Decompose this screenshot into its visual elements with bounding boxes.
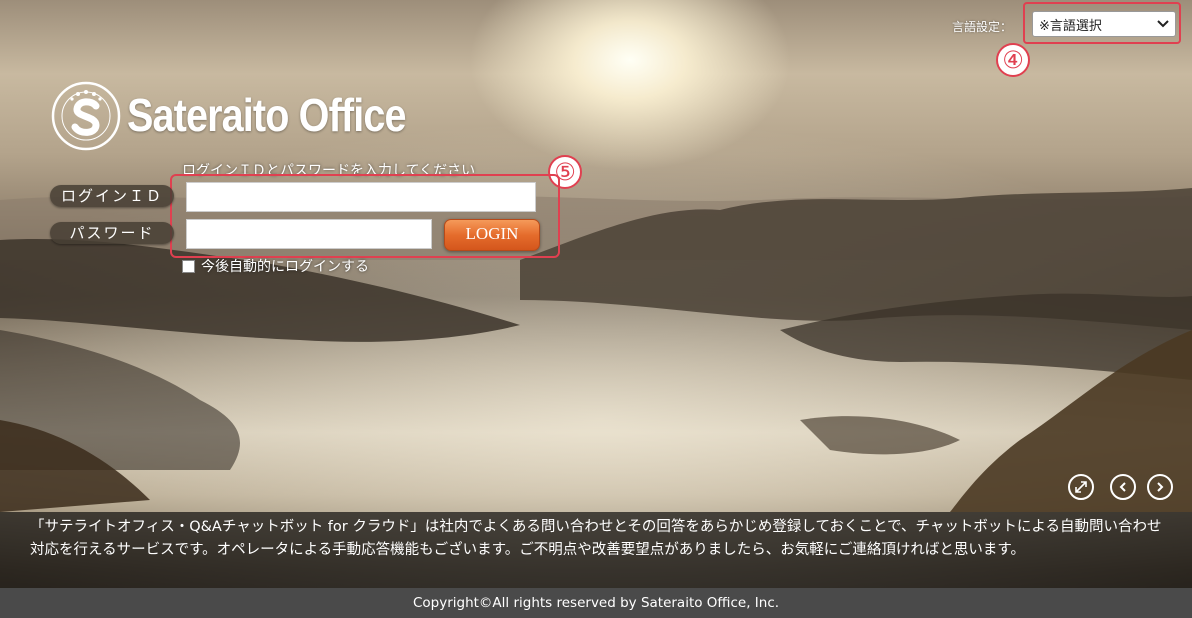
password-label: パスワード xyxy=(50,222,174,244)
password-input[interactable] xyxy=(186,219,432,249)
annotation-marker-4: ④ xyxy=(996,43,1030,77)
remember-login[interactable]: 今後自動的にログインする xyxy=(182,256,369,276)
login-id-input[interactable] xyxy=(186,182,536,212)
fullscreen-button[interactable] xyxy=(1068,474,1094,500)
remember-login-label: 今後自動的にログインする xyxy=(201,259,369,275)
login-id-label: ログインＩＤ xyxy=(50,185,174,207)
login-button[interactable]: LOGIN xyxy=(444,219,540,251)
previous-slide-button[interactable] xyxy=(1110,474,1136,500)
copyright-footer: Copyright©All rights reserved by Saterai… xyxy=(0,588,1192,618)
brand-name: Sateraito Office xyxy=(127,89,407,141)
remember-login-checkbox[interactable] xyxy=(182,259,195,273)
expand-icon xyxy=(1075,481,1087,493)
language-label: 言語設定： xyxy=(952,20,1013,34)
language-highlight-box xyxy=(1023,2,1181,44)
service-description: 「サテライトオフィス・Q&Aチャットボット for クラウド」は社内でよくある問… xyxy=(0,512,1192,588)
next-slide-button[interactable] xyxy=(1147,474,1173,500)
chevron-left-icon xyxy=(1119,482,1126,492)
chevron-right-icon xyxy=(1157,482,1164,492)
sateraito-logo-icon xyxy=(51,81,121,151)
